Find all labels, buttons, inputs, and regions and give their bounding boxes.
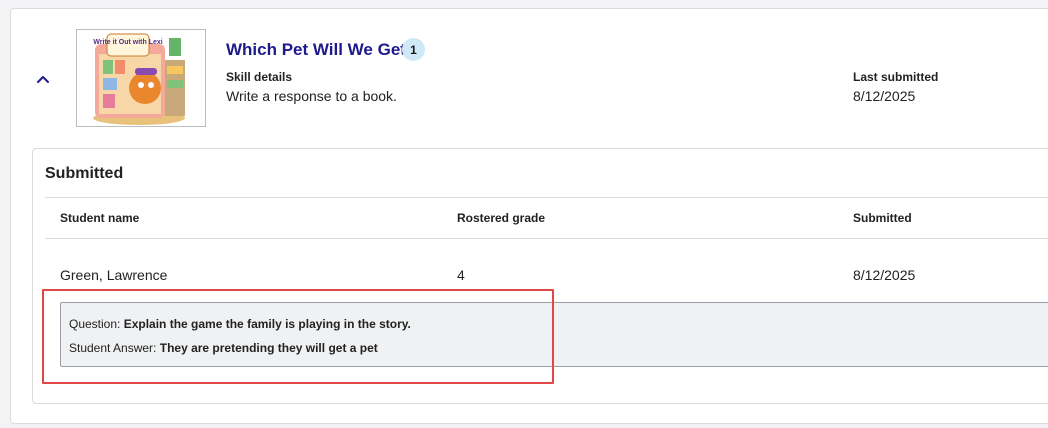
student-response-box: Question: Explain the game the family is… — [60, 302, 1048, 367]
column-header-rostered-grade[interactable]: Rostered grade — [457, 211, 545, 225]
assignment-card: Write it Out with Lexi Which Pet Will We… — [10, 8, 1048, 424]
last-submitted-label: Last submitted — [853, 70, 939, 84]
assignment-thumbnail[interactable]: Write it Out with Lexi — [76, 29, 206, 127]
answer-line: Student Answer: They are pretending they… — [69, 341, 378, 355]
submitted-heading: Submitted — [45, 165, 124, 182]
answer-label: Student Answer: — [69, 341, 160, 355]
answer-text: They are pretending they will get a pet — [159, 341, 378, 355]
rostered-grade-cell: 4 — [457, 267, 465, 283]
thumbnail-logo-text: Write it Out with Lexi — [93, 39, 163, 46]
question-text: Explain the game the family is playing i… — [123, 317, 411, 331]
column-header-submitted[interactable]: Submitted — [853, 211, 912, 225]
collapse-chevron-icon[interactable] — [35, 71, 51, 87]
last-submitted-value: 8/12/2025 — [853, 88, 916, 104]
assignment-title[interactable]: Which Pet Will We Get? — [226, 40, 416, 60]
question-line: Question: Explain the game the family is… — [69, 317, 411, 331]
divider — [45, 238, 1048, 239]
submission-count-badge: 1 — [402, 38, 425, 61]
column-header-student-name[interactable]: Student name — [60, 211, 139, 225]
skill-details-label: Skill details — [226, 70, 293, 84]
submitted-date-cell: 8/12/2025 — [853, 267, 916, 283]
divider — [45, 197, 1048, 198]
submitted-panel: Submitted Student name Rostered grade Su… — [32, 148, 1048, 404]
skill-details-value: Write a response to a book. — [226, 88, 397, 104]
student-name-cell[interactable]: Green, Lawrence — [60, 267, 167, 283]
question-label: Question: — [69, 317, 124, 331]
